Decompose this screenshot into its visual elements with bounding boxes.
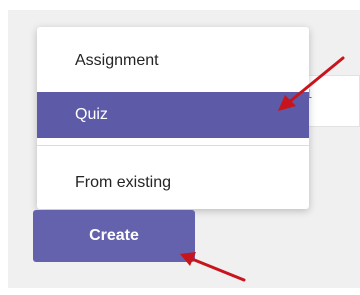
menu-divider: [37, 145, 309, 146]
menu-item-quiz[interactable]: Quiz: [37, 92, 309, 138]
menu-item-from-existing[interactable]: From existing: [37, 163, 309, 203]
menu-item-label: From existing: [75, 174, 172, 191]
menu-item-assignment[interactable]: Assignment: [37, 41, 309, 81]
background-card: [300, 75, 360, 127]
create-button-label: Create: [89, 227, 139, 244]
menu-item-label: Assignment: [75, 52, 159, 69]
create-button[interactable]: Create: [33, 210, 195, 262]
screenshot-canvas: 1 Assignment Quiz From existing Create: [0, 0, 360, 295]
create-menu: Assignment Quiz From existing: [37, 27, 309, 209]
menu-item-label: Quiz: [75, 106, 108, 123]
